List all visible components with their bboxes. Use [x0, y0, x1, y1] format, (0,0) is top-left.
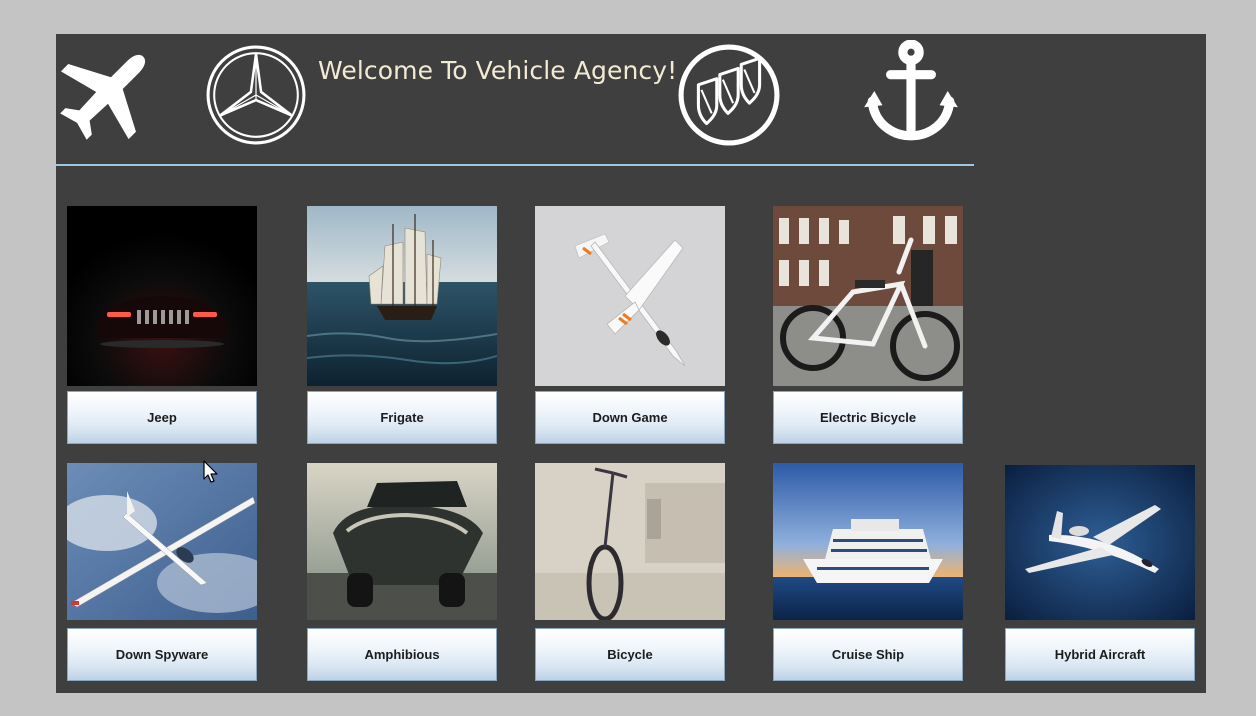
- mouse-cursor-icon: [203, 460, 218, 483]
- airplane-icon: [60, 54, 146, 140]
- buick-logo-icon: [678, 44, 780, 146]
- vehicle-button-frigate[interactable]: Frigate: [307, 391, 497, 444]
- vehicle-button-down-game[interactable]: Down Game: [535, 391, 725, 444]
- vehicle-image-cruise-ship[interactable]: [773, 463, 963, 620]
- vehicle-button-bicycle[interactable]: Bicycle: [535, 628, 725, 681]
- vehicle-button-hybrid-aircraft[interactable]: Hybrid Aircraft: [1005, 628, 1195, 681]
- vehicle-image-frigate[interactable]: [307, 206, 497, 386]
- header-divider: [56, 164, 974, 166]
- page-title: Welcome To Vehicle Agency!: [318, 56, 678, 85]
- vehicle-image-amphibious[interactable]: [307, 463, 497, 620]
- vehicle-button-jeep[interactable]: Jeep: [67, 391, 257, 444]
- anchor-icon: [864, 40, 958, 141]
- vehicle-image-electric-bicycle[interactable]: [773, 206, 963, 386]
- vehicle-image-jeep[interactable]: [67, 206, 257, 386]
- vehicle-button-electric-bicycle[interactable]: Electric Bicycle: [773, 391, 963, 444]
- vehicle-image-down-game[interactable]: [535, 206, 725, 386]
- vehicle-button-amphibious[interactable]: Amphibious: [307, 628, 497, 681]
- vehicle-image-down-spyware[interactable]: [67, 463, 257, 620]
- vehicle-image-hybrid-aircraft[interactable]: [1005, 465, 1195, 620]
- vehicle-button-cruise-ship[interactable]: Cruise Ship: [773, 628, 963, 681]
- vehicle-button-down-spyware[interactable]: Down Spyware: [67, 628, 257, 681]
- mercedes-logo-icon: [206, 45, 306, 145]
- vehicle-image-bicycle[interactable]: [535, 463, 725, 620]
